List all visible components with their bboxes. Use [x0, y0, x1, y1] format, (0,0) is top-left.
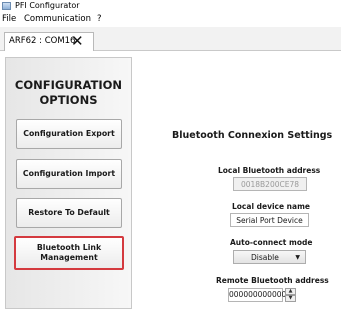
tab-arf62-com16[interactable]: ARF62 : COM16 ✕: [4, 32, 94, 51]
chevron-down-icon: ▼: [295, 254, 300, 261]
button-label-line2: Management: [40, 253, 98, 262]
button-label: Configuration Export: [23, 129, 115, 138]
button-label: Restore To Default: [28, 208, 110, 217]
sidebar: CONFIGURATION OPTIONS Configuration Expo…: [5, 57, 132, 309]
remote-address-label: Remote Bluetooth address: [216, 276, 329, 285]
window-title: PFI Configurator: [15, 1, 80, 10]
bluetooth-link-management-button[interactable]: Bluetooth Link Management: [14, 236, 124, 270]
spinner-up-icon[interactable]: ▲: [285, 288, 296, 295]
auto-connect-value: Disable: [251, 253, 279, 262]
sidebar-title-line2: OPTIONS: [39, 93, 98, 107]
menu-bar: File Communication ?: [0, 13, 341, 27]
spinner-down-icon[interactable]: ▼: [285, 295, 296, 302]
close-icon[interactable]: ✕: [71, 31, 84, 51]
device-name-input[interactable]: Serial Port Device: [230, 213, 309, 227]
sidebar-title: CONFIGURATION OPTIONS: [6, 78, 131, 108]
auto-connect-label: Auto-connect mode: [230, 238, 313, 247]
configuration-export-button[interactable]: Configuration Export: [16, 119, 122, 149]
menu-file[interactable]: File: [2, 14, 16, 24]
button-label-line1: Bluetooth Link: [36, 243, 102, 252]
menu-communication[interactable]: Communication: [24, 14, 91, 24]
remote-address-input[interactable]: 000000000000: [228, 288, 286, 302]
tab-bar: ARF62 : COM16 ✕: [0, 27, 341, 51]
restore-to-default-button[interactable]: Restore To Default: [16, 198, 122, 228]
local-address-label: Local Bluetooth address: [218, 166, 321, 175]
tab-label: ARF62 : COM16: [9, 36, 76, 46]
settings-title: Bluetooth Connexion Settings: [172, 130, 333, 141]
local-address-field: 0018B200CE78: [233, 177, 307, 191]
configuration-import-button[interactable]: Configuration Import: [16, 159, 122, 189]
auto-connect-dropdown[interactable]: Disable ▼: [233, 250, 306, 264]
sidebar-title-line1: CONFIGURATION: [14, 78, 123, 92]
button-label: Configuration Import: [22, 169, 116, 178]
menu-help[interactable]: ?: [97, 14, 102, 24]
device-name-label: Local device name: [232, 202, 310, 211]
button-label: Bluetooth Link Management: [37, 243, 101, 263]
title-bar: PFI Configurator: [0, 0, 341, 13]
app-icon: [2, 2, 11, 10]
